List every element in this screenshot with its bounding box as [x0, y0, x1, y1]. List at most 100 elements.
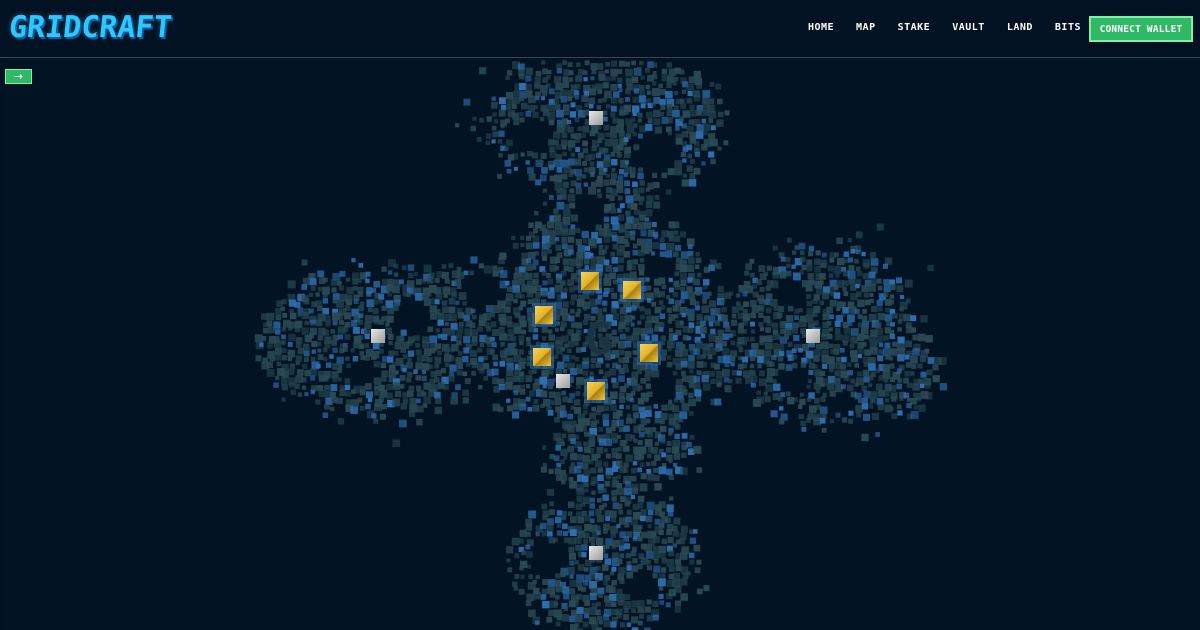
land-tile[interactable]: [618, 60, 625, 67]
land-tile[interactable]: [829, 291, 835, 297]
land-tile[interactable]: [709, 371, 716, 377]
land-tile[interactable]: [645, 321, 653, 329]
land-tile[interactable]: [534, 211, 539, 216]
land-tile[interactable]: [618, 427, 624, 433]
land-tile[interactable]: [309, 278, 317, 286]
land-tile[interactable]: [605, 516, 611, 522]
land-tile[interactable]: [829, 368, 834, 373]
land-tile[interactable]: [553, 214, 561, 222]
nav-stake[interactable]: STAKE: [887, 18, 942, 37]
land-tile[interactable]: [674, 284, 681, 290]
land-tile[interactable]: [631, 333, 640, 341]
land-tile[interactable]: [920, 315, 928, 323]
land-tile[interactable]: [547, 112, 555, 120]
land-tile[interactable]: [758, 322, 764, 327]
land-tile[interactable]: [526, 235, 532, 241]
land-tile[interactable]: [444, 321, 449, 326]
land-tile[interactable]: [876, 299, 883, 306]
land-tile[interactable]: [646, 195, 654, 203]
land-tile[interactable]: [813, 320, 819, 326]
land-tile[interactable]: [806, 294, 812, 300]
land-tile[interactable]: [681, 361, 688, 368]
land-tile[interactable]: [625, 327, 630, 332]
land-tile[interactable]: [546, 273, 552, 279]
land-tile[interactable]: [631, 315, 636, 320]
land-tile[interactable]: [581, 133, 586, 138]
land-tile[interactable]: [563, 593, 570, 600]
land-tile[interactable]: [822, 252, 827, 258]
land-tile[interactable]: [695, 305, 700, 311]
land-tile[interactable]: [526, 291, 534, 298]
land-tile[interactable]: [813, 364, 818, 369]
land-tile[interactable]: [764, 396, 771, 403]
land-tile[interactable]: [840, 348, 845, 353]
land-tile[interactable]: [618, 545, 625, 551]
land-tile[interactable]: [708, 110, 717, 119]
land-tile[interactable]: [596, 188, 601, 193]
land-tile[interactable]: [863, 292, 869, 298]
land-tile[interactable]: [263, 328, 269, 334]
land-tile[interactable]: [659, 251, 666, 257]
land-tile[interactable]: [422, 370, 426, 375]
land-tile[interactable]: [416, 418, 423, 426]
land-tile[interactable]: [574, 95, 579, 100]
land-tile[interactable]: [294, 383, 300, 390]
land-tile[interactable]: [633, 209, 640, 215]
land-tile[interactable]: [659, 600, 665, 605]
land-tile[interactable]: [513, 90, 519, 97]
land-tile[interactable]: [301, 312, 309, 320]
land-tile[interactable]: [939, 383, 948, 391]
land-tile[interactable]: [555, 594, 560, 600]
land-tile[interactable]: [448, 375, 455, 382]
land-tile[interactable]: [647, 328, 654, 334]
land-tile[interactable]: [604, 138, 613, 147]
land-tile[interactable]: [598, 369, 604, 375]
land-tile[interactable]: [759, 370, 765, 377]
land-tile[interactable]: [861, 433, 869, 442]
land-tile[interactable]: [696, 291, 701, 296]
land-tile[interactable]: [927, 357, 935, 364]
land-tile[interactable]: [477, 326, 483, 332]
land-tile[interactable]: [406, 361, 413, 369]
land-tile[interactable]: [367, 307, 373, 313]
land-tile[interactable]: [371, 413, 377, 419]
land-tile[interactable]: [585, 245, 590, 251]
land-tile[interactable]: [791, 327, 798, 334]
land-tile[interactable]: [742, 313, 751, 321]
land-tile[interactable]: [569, 188, 575, 194]
land-tile[interactable]: [261, 313, 268, 320]
land-tile[interactable]: [602, 420, 610, 427]
land-tile[interactable]: [665, 250, 673, 258]
land-tile[interactable]: [561, 480, 566, 485]
land-tile[interactable]: [661, 341, 665, 346]
land-tile[interactable]: [491, 139, 496, 144]
land-tile[interactable]: [652, 600, 659, 607]
land-tile[interactable]: [310, 319, 316, 326]
land-tile[interactable]: [654, 483, 662, 491]
land-tile[interactable]: [640, 473, 647, 480]
land-tile[interactable]: [639, 84, 645, 91]
land-tile[interactable]: [639, 462, 645, 468]
land-tile[interactable]: [413, 272, 418, 277]
land-tile[interactable]: [346, 287, 354, 295]
land-tile[interactable]: [616, 453, 622, 459]
land-tile[interactable]: [675, 126, 680, 131]
land-tile[interactable]: [647, 391, 653, 398]
land-tile[interactable]: [605, 453, 611, 459]
land-tile[interactable]: [828, 327, 833, 332]
land-tile[interactable]: [381, 376, 387, 382]
land-tile[interactable]: [500, 342, 505, 347]
land-tile[interactable]: [532, 369, 537, 374]
land-tile[interactable]: [708, 300, 717, 308]
land-tile[interactable]: [623, 172, 628, 177]
land-tile[interactable]: [540, 594, 547, 600]
land-tile[interactable]: [556, 68, 562, 74]
land-tile[interactable]: [925, 392, 933, 400]
land-tile[interactable]: [542, 291, 548, 297]
land-tile[interactable]: [571, 322, 577, 328]
land-tile[interactable]: [561, 614, 570, 622]
land-tile[interactable]: [896, 277, 903, 284]
land-tile[interactable]: [843, 251, 850, 258]
land-tile[interactable]: [681, 131, 689, 138]
land-tile[interactable]: [686, 165, 693, 172]
